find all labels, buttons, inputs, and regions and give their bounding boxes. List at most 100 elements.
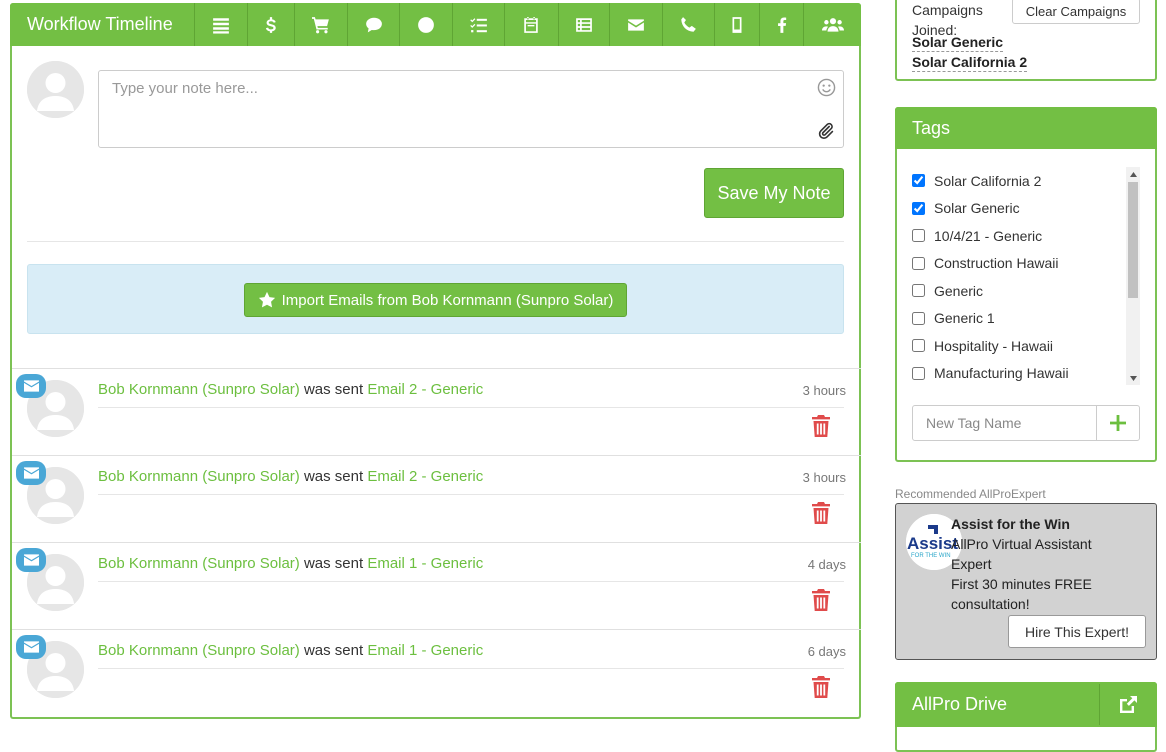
triangle-down-icon — [1129, 375, 1137, 381]
delete-entry-button[interactable] — [811, 502, 831, 524]
expert-logo-subtext: FOR THE WIN — [911, 553, 951, 559]
campaign-item[interactable]: Solar Generic — [912, 33, 1004, 52]
tags-panel: Tags Solar California 2 Solar Generic 10… — [895, 107, 1157, 462]
timeline-title: Workflow Timeline — [10, 3, 195, 46]
delete-entry-button[interactable] — [811, 676, 831, 698]
payment-button[interactable] — [248, 3, 295, 46]
email-link[interactable]: Email 1 - Generic — [367, 555, 483, 572]
campaigns-label-line1: Campaigns — [912, 2, 983, 18]
contact-link[interactable]: Bob Kornmann (Sunpro Solar) — [98, 555, 300, 572]
tag-item[interactable]: Solar California 2 — [912, 167, 1126, 195]
mobile-icon — [732, 16, 742, 33]
emoji-icon[interactable] — [817, 78, 836, 97]
tag-checkbox[interactable] — [912, 229, 925, 243]
team-button[interactable] — [804, 3, 861, 46]
new-tag-input[interactable] — [912, 405, 1098, 441]
star-icon — [258, 291, 275, 308]
envelope-icon — [23, 380, 39, 392]
email-sent-badge — [16, 635, 46, 659]
tag-checkbox[interactable] — [912, 174, 925, 188]
phone-button[interactable] — [663, 3, 716, 46]
recommended-label: Recommended AllProExpert — [895, 487, 1046, 501]
scroll-thumb[interactable] — [1128, 182, 1138, 298]
entry-timestamp: 3 hours — [802, 383, 846, 398]
entry-timestamp: 3 hours — [802, 470, 846, 485]
contact-link[interactable]: Bob Kornmann (Sunpro Solar) — [98, 381, 300, 398]
trash-icon — [812, 589, 830, 611]
tag-label: Construction Hawaii — [934, 255, 1059, 272]
tag-item[interactable]: 10/4/21 - Generic — [912, 222, 1126, 250]
tag-item[interactable]: Solar Generic — [912, 195, 1126, 223]
paperclip-icon[interactable] — [817, 122, 835, 140]
timeline-header: Workflow Timeline — [10, 3, 861, 46]
email-sent-badge — [16, 548, 46, 572]
open-drive-button[interactable] — [1099, 684, 1155, 725]
cart-button[interactable] — [295, 3, 349, 46]
expert-title-line2: Expert — [951, 556, 992, 572]
note-textarea[interactable] — [99, 71, 843, 147]
triangle-up-icon — [1129, 171, 1137, 177]
tag-checkbox[interactable] — [912, 256, 925, 270]
tasks-button[interactable] — [453, 3, 505, 46]
calendar-button[interactable] — [505, 3, 559, 46]
tag-item[interactable]: Generic 1 — [912, 305, 1126, 333]
contact-link[interactable]: Bob Kornmann (Sunpro Solar) — [98, 468, 300, 485]
entry-action: was sent — [303, 642, 364, 659]
email-link[interactable]: Email 1 - Generic — [367, 642, 483, 659]
tag-checkbox[interactable] — [912, 311, 925, 325]
email-button[interactable] — [610, 3, 663, 46]
tag-checkbox[interactable] — [912, 284, 925, 298]
clear-campaigns-button[interactable]: Clear Campaigns — [1012, 0, 1140, 24]
scroll-down-arrow[interactable] — [1126, 371, 1140, 385]
entry-divider — [98, 581, 844, 582]
tag-checkbox[interactable] — [912, 201, 925, 215]
list-view-button[interactable] — [195, 3, 249, 46]
facebook-button[interactable] — [760, 3, 805, 46]
tag-label: Manufacturing Hawaii — [934, 365, 1069, 382]
expert-offer-line1: First 30 minutes FREE — [951, 576, 1092, 592]
allpro-drive-panel: AllPro Drive — [895, 682, 1157, 752]
tags-title: Tags — [895, 107, 1157, 149]
timeline-entry: Bob Kornmann (Sunpro Solar) was sent Ema… — [12, 542, 861, 629]
envelope-icon — [627, 18, 644, 31]
add-tag-button[interactable] — [1096, 405, 1140, 441]
expert-name: Assist for the Win — [951, 516, 1070, 532]
entry-action: was sent — [303, 555, 364, 572]
scroll-up-arrow[interactable] — [1126, 167, 1140, 181]
entry-divider — [98, 668, 844, 669]
note-box — [98, 70, 844, 148]
tag-label: Hospitality - Hawaii — [934, 337, 1054, 354]
tag-item[interactable]: Generic — [912, 277, 1126, 305]
comment-button[interactable] — [348, 3, 400, 46]
email-sent-badge — [16, 374, 46, 398]
email-link[interactable]: Email 2 - Generic — [367, 381, 483, 398]
timeline-entry: Bob Kornmann (Sunpro Solar) was sent Ema… — [12, 368, 861, 455]
plus-icon — [1110, 415, 1126, 431]
tag-item[interactable]: Construction Hawaii — [912, 250, 1126, 278]
delete-entry-button[interactable] — [811, 415, 831, 437]
expert-title-line1: AllPro Virtual Assistant — [951, 536, 1092, 552]
contact-link[interactable]: Bob Kornmann (Sunpro Solar) — [98, 642, 300, 659]
import-emails-button[interactable]: Import Emails from Bob Kornmann (Sunpro … — [244, 283, 627, 317]
divider — [27, 241, 844, 242]
envelope-icon — [23, 554, 39, 566]
mobile-button[interactable] — [715, 3, 760, 46]
save-note-button[interactable]: Save My Note — [704, 168, 844, 218]
entry-description: Bob Kornmann (Sunpro Solar) was sent Ema… — [98, 381, 483, 398]
email-link[interactable]: Email 2 - Generic — [367, 468, 483, 485]
history-button[interactable] — [400, 3, 454, 46]
delete-entry-button[interactable] — [811, 589, 831, 611]
tag-checkbox[interactable] — [912, 366, 925, 380]
campaign-item[interactable]: Solar California 2 — [912, 53, 1028, 72]
entry-description: Bob Kornmann (Sunpro Solar) was sent Ema… — [98, 642, 483, 659]
entry-description: Bob Kornmann (Sunpro Solar) was sent Ema… — [98, 555, 483, 572]
list-icon — [212, 17, 229, 34]
tag-label: Solar Generic — [934, 200, 1020, 217]
tags-scrollbar[interactable] — [1126, 167, 1140, 385]
tag-item[interactable]: Hospitality - Hawaii — [912, 332, 1126, 360]
entry-action: was sent — [303, 381, 364, 398]
tag-item[interactable]: Manufacturing Hawaii — [912, 360, 1126, 386]
tag-checkbox[interactable] — [912, 339, 925, 353]
table-view-button[interactable] — [559, 3, 611, 46]
hire-expert-button[interactable]: Hire This Expert! — [1008, 615, 1146, 648]
